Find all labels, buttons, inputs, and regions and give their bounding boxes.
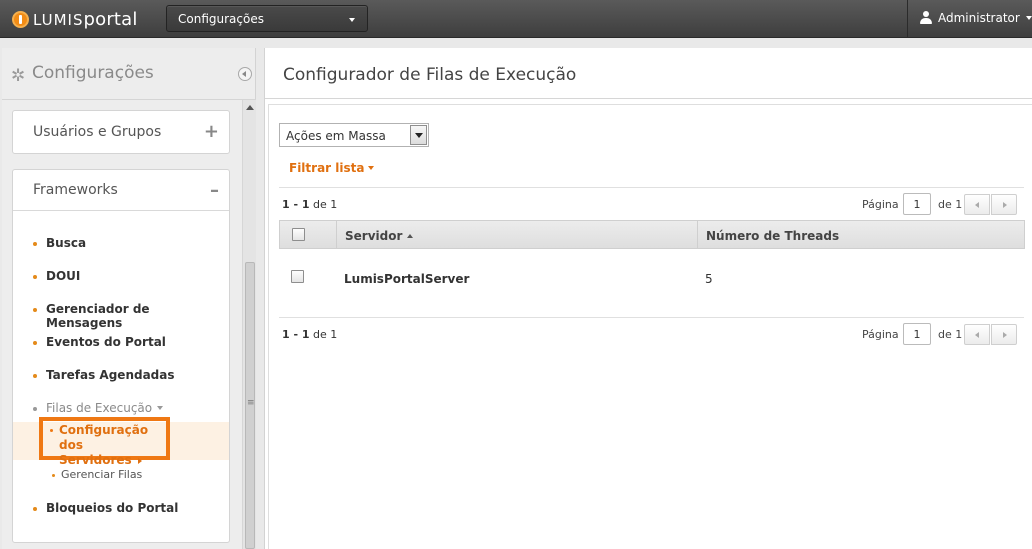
scrollbar-thumb[interactable]: ≡ bbox=[245, 262, 255, 549]
subitem-configuracao-servidores[interactable]: Configuração dos Servidores bbox=[39, 417, 170, 467]
result-range: 1 - 1 bbox=[282, 328, 310, 341]
page-number-input[interactable]: 1 bbox=[903, 323, 931, 345]
subitem-label-line1: Configuração dos bbox=[59, 423, 149, 452]
cell-threads: 5 bbox=[705, 272, 713, 286]
sidebar: ✲ Configurações Usuários e Grupos + Fram… bbox=[2, 48, 256, 549]
select-all-checkbox[interactable] bbox=[292, 228, 305, 241]
bullet-icon bbox=[50, 429, 53, 432]
accordion-header-frameworks[interactable]: Frameworks – bbox=[13, 170, 229, 211]
expand-plus-icon: + bbox=[203, 121, 219, 142]
logo-suffix: portal bbox=[83, 8, 138, 30]
sidebar-header: ✲ Configurações bbox=[2, 48, 256, 100]
bullet-icon bbox=[33, 275, 37, 279]
page-label: Página bbox=[862, 198, 899, 211]
chevron-down-icon bbox=[368, 166, 375, 170]
accordion-header-users-groups[interactable]: Usuários e Grupos + bbox=[13, 111, 229, 155]
sidebar-item-label: Filas de Execução bbox=[46, 401, 153, 415]
user-icon bbox=[920, 11, 932, 24]
sidebar-item-label: Gerenciador de Mensagens bbox=[46, 302, 150, 330]
mass-actions-value: Ações em Massa bbox=[286, 129, 386, 143]
accordion-label: Frameworks bbox=[33, 182, 118, 198]
sidebar-item-bloqueios-portal[interactable]: Bloqueios do Portal bbox=[13, 501, 229, 521]
accordion-frameworks: Frameworks – Busca DOUI Gerenciador de M… bbox=[12, 169, 230, 543]
result-total: de 1 bbox=[313, 198, 338, 211]
next-page-button[interactable] bbox=[991, 324, 1017, 345]
bullet-icon bbox=[33, 374, 37, 378]
bullet-icon bbox=[52, 474, 55, 477]
sidebar-item-label: Eventos do Portal bbox=[46, 335, 166, 349]
previous-page-button[interactable] bbox=[964, 324, 990, 345]
bullet-icon bbox=[33, 242, 37, 246]
sidebar-item-eventos-portal[interactable]: Eventos do Portal bbox=[13, 335, 229, 355]
sidebar-title: Configurações bbox=[32, 63, 154, 83]
sidebar-item-gerenciador-mensagens[interactable]: Gerenciador de Mensagens bbox=[13, 302, 229, 330]
sort-ascending-icon bbox=[407, 234, 414, 238]
mass-actions-select[interactable]: Ações em Massa bbox=[279, 123, 429, 147]
subitem-label: Gerenciar Filas bbox=[61, 468, 143, 481]
subitem-label-line2: Servidores bbox=[59, 453, 132, 467]
chevron-down-icon bbox=[157, 406, 164, 410]
user-menu[interactable]: Administrator bbox=[907, 0, 1032, 38]
result-total: de 1 bbox=[313, 328, 338, 341]
collapse-minus-icon: – bbox=[210, 180, 219, 201]
main-header: Configurador de Filas de Execução bbox=[265, 48, 1032, 99]
page-total: de 1 bbox=[938, 198, 963, 211]
page-title: Configurador de Filas de Execução bbox=[283, 65, 577, 85]
filter-list-label: Filtrar lista bbox=[289, 161, 365, 175]
bullet-icon bbox=[33, 341, 37, 345]
column-label: Número de Threads bbox=[706, 229, 840, 243]
collapse-sidebar-icon[interactable] bbox=[238, 67, 252, 81]
sidebar-scrollbar[interactable]: ≡ bbox=[242, 100, 256, 549]
page-total: de 1 bbox=[938, 328, 963, 341]
next-page-button[interactable] bbox=[991, 194, 1017, 215]
result-count: 1 - 1 de 1 bbox=[282, 198, 337, 211]
bullet-icon bbox=[33, 407, 37, 411]
grip-icon: ≡ bbox=[247, 398, 255, 408]
accordion-label: Usuários e Grupos bbox=[33, 124, 162, 140]
sidebar-item-label: Tarefas Agendadas bbox=[46, 368, 175, 382]
sidebar-item-label: Busca bbox=[46, 236, 87, 250]
scroll-up-arrow-icon[interactable] bbox=[246, 105, 254, 110]
lumisportal-logo[interactable]: LUMISportal bbox=[12, 8, 138, 30]
column-header-threads[interactable]: Número de Threads bbox=[698, 221, 1024, 248]
top-bar: LUMISportal Configurações Administrator bbox=[0, 0, 1032, 38]
sidebar-item-label: DOUI bbox=[46, 269, 81, 283]
context-select[interactable]: Configurações bbox=[166, 5, 368, 32]
page-number-input[interactable]: 1 bbox=[903, 193, 931, 215]
chevron-down-icon bbox=[349, 18, 355, 22]
user-name: Administrator bbox=[938, 11, 1020, 25]
content-panel: Ações em Massa Filtrar lista 1 - 1 de 1 … bbox=[268, 104, 1032, 549]
table-header: Servidor Número de Threads bbox=[279, 220, 1025, 249]
main-content: Configurador de Filas de Execução Ações … bbox=[264, 48, 1032, 549]
table-row[interactable]: LumisPortalServer 5 bbox=[279, 250, 1025, 310]
cell-servidor[interactable]: LumisPortalServer bbox=[344, 272, 469, 286]
logo-prefix: LUMIS bbox=[33, 10, 84, 29]
result-range: 1 - 1 bbox=[282, 198, 310, 211]
previous-page-button[interactable] bbox=[964, 194, 990, 215]
accordion-users-groups: Usuários e Grupos + bbox=[12, 110, 230, 154]
tools-icon: ✲ bbox=[11, 66, 26, 86]
sidebar-item-tarefas-agendadas[interactable]: Tarefas Agendadas bbox=[13, 368, 229, 388]
dropdown-arrow-icon[interactable] bbox=[410, 125, 427, 145]
select-all-column bbox=[280, 221, 337, 248]
page-label: Página bbox=[862, 328, 899, 341]
subitem-configuracao-servidores-row: Configuração dos Servidores bbox=[13, 417, 229, 467]
chevron-down-icon bbox=[1025, 16, 1032, 20]
filter-list-link[interactable]: Filtrar lista bbox=[289, 161, 375, 175]
sidebar-item-label: Bloqueios do Portal bbox=[46, 501, 179, 515]
row-checkbox[interactable] bbox=[291, 270, 304, 283]
column-header-servidor[interactable]: Servidor bbox=[337, 221, 698, 248]
column-label: Servidor bbox=[345, 229, 403, 243]
sidebar-item-busca[interactable]: Busca bbox=[13, 236, 229, 256]
pager-top: 1 - 1 de 1 Página 1 de 1 bbox=[279, 187, 1024, 217]
result-count: 1 - 1 de 1 bbox=[282, 328, 337, 341]
chevron-right-icon bbox=[137, 458, 142, 464]
subitem-gerenciar-filas[interactable]: Gerenciar Filas bbox=[13, 468, 229, 486]
bullet-icon bbox=[33, 308, 37, 312]
sidebar-item-doui[interactable]: DOUI bbox=[13, 269, 229, 289]
pager-bottom: 1 - 1 de 1 Página 1 de 1 bbox=[279, 317, 1024, 347]
lumis-logo-icon bbox=[12, 10, 29, 28]
context-select-value: Configurações bbox=[178, 12, 264, 26]
bullet-icon bbox=[33, 507, 37, 511]
